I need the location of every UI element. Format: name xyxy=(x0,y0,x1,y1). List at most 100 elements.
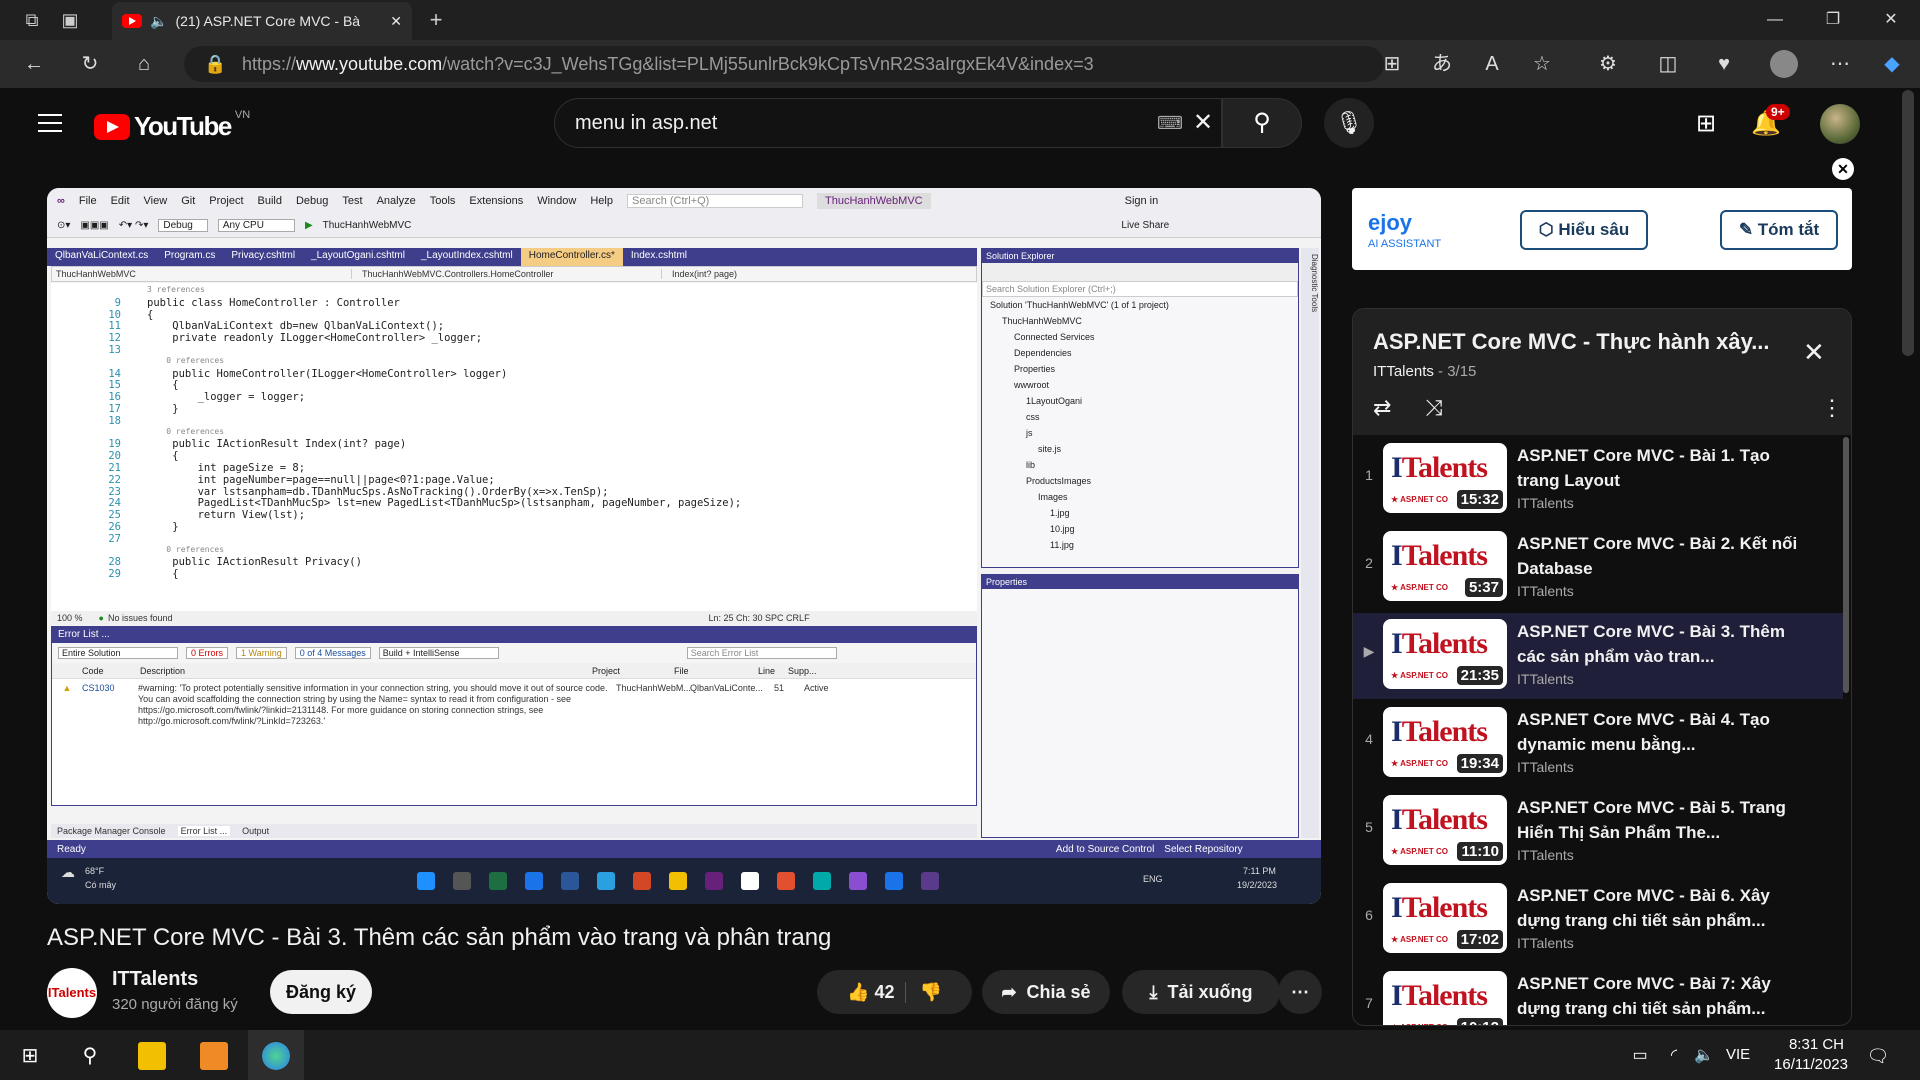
code-line[interactable]: { xyxy=(147,309,153,321)
code-line[interactable]: { xyxy=(147,379,178,391)
translate-icon[interactable]: あ xyxy=(1430,52,1454,76)
playlist-item-channel[interactable]: ITTalents xyxy=(1517,935,1574,951)
split-screen-icon[interactable]: ◫ xyxy=(1656,52,1680,76)
col-file[interactable]: File xyxy=(674,666,758,676)
code-line[interactable]: public IActionResult Privacy() xyxy=(147,556,362,568)
close-tab-icon[interactable]: ✕ xyxy=(390,13,402,30)
code-line[interactable]: _logger = logger; xyxy=(147,391,305,403)
diagnostic-tools-tab[interactable]: Diagnostic Tools xyxy=(1301,248,1319,838)
vs-sign-in[interactable]: Sign in xyxy=(1125,195,1159,207)
vs-editor-tab[interactable]: QlbanVaLiContext.cs xyxy=(47,248,156,266)
vs-run-target[interactable]: ThucHanhWebMVC xyxy=(323,220,412,231)
code-line[interactable]: { xyxy=(147,568,178,580)
code-line[interactable]: public IActionResult Index(int? page) xyxy=(147,438,406,450)
vs-menu-item[interactable]: Edit xyxy=(111,195,130,207)
video-thumbnail[interactable]: ITalents ★ ASP.NET CO 19:34 xyxy=(1383,707,1507,777)
code-line[interactable]: 0 references xyxy=(147,356,224,365)
code-line[interactable]: PagedList<TDanhMucSp> lst=new PagedList<… xyxy=(147,497,742,509)
vs-menu-item[interactable]: Window xyxy=(537,195,576,207)
loop-icon[interactable]: ⇄ xyxy=(1373,395,1391,421)
home-icon[interactable]: ⌂ xyxy=(132,52,156,76)
back-icon[interactable]: ← xyxy=(22,52,46,76)
vs-cpu-select[interactable]: Any CPU xyxy=(217,219,295,232)
col-line[interactable]: Line xyxy=(758,666,788,676)
shuffle-icon[interactable]: ⤨ xyxy=(1425,395,1443,421)
playlist-item[interactable]: 2 ITalents ★ ASP.NET CO 5:37 ASP.NET Core MV… xyxy=(1353,525,1843,611)
vs-menu-item[interactable]: Analyze xyxy=(377,195,416,207)
video-thumbnail[interactable]: ITalents ★ ASP.NET CO 17:02 xyxy=(1383,883,1507,953)
code-line[interactable]: QlbanVaLiContext db=new QlbanVaLiContext… xyxy=(147,320,444,332)
error-code[interactable]: CS1030 xyxy=(82,683,138,727)
solution-tree-item[interactable]: ProductsImages xyxy=(982,473,1298,489)
voice-search-button[interactable]: 🎙 xyxy=(1324,98,1374,148)
playlist-item-channel[interactable]: ITTalents xyxy=(1517,847,1574,863)
add-source-control[interactable]: Add to Source Control xyxy=(1056,844,1154,855)
code-line[interactable]: int pageNumber=page==null||page<0?1:page… xyxy=(147,474,495,486)
foxit-taskbar-icon[interactable] xyxy=(200,1042,228,1070)
vs-menu-item[interactable]: Test xyxy=(342,195,362,207)
solution-tree-item[interactable]: 1LayoutOgani xyxy=(982,393,1298,409)
more-menu-icon[interactable]: ⋯ xyxy=(1828,52,1852,76)
download-button[interactable]: ⤓ Tải xuống xyxy=(1122,970,1280,1014)
keyboard-icon[interactable]: ⌨ xyxy=(1157,99,1183,147)
solution-tree-item[interactable]: Connected Services xyxy=(982,329,1298,345)
solution-tree-item[interactable]: js xyxy=(982,425,1298,441)
code-line[interactable]: { xyxy=(147,450,178,462)
vs-editor-tab[interactable]: Index.cshtml xyxy=(623,248,695,266)
playlist-item-title[interactable]: ASP.NET Core MVC - Bài 4. Tạo dynamic me… xyxy=(1517,707,1817,757)
code-line[interactable]: public class HomeController : Controller xyxy=(147,297,400,309)
performance-icon[interactable]: ♥ xyxy=(1712,52,1736,76)
warnings-filter[interactable]: 1 Warning xyxy=(236,647,287,659)
search-button[interactable]: ⚲ xyxy=(1222,98,1302,148)
ejoy-deep-button[interactable]: ⬡ Hiểu sâu xyxy=(1520,210,1648,250)
search-taskbar-icon[interactable]: ⚲ xyxy=(76,1042,104,1070)
workspaces-icon[interactable]: ⧉ xyxy=(20,8,44,32)
errors-filter[interactable]: 0 Errors xyxy=(186,647,229,659)
col-code[interactable]: Code xyxy=(52,666,122,676)
create-video-icon[interactable]: ⊞ xyxy=(1690,108,1722,140)
vs-menu-item[interactable]: Project xyxy=(209,195,243,207)
col-project[interactable]: Project xyxy=(592,666,674,676)
solution-tree-item[interactable]: lib xyxy=(982,457,1298,473)
vs-zoom[interactable]: 100 % xyxy=(57,613,83,623)
vs-search-box[interactable]: Search (Ctrl+Q) xyxy=(626,194,803,208)
vs-editor-tab[interactable]: _LayoutOgani.cshtml xyxy=(303,248,413,266)
clear-search-icon[interactable]: ✕ xyxy=(1193,99,1213,147)
close-playlist-icon[interactable]: ✕ xyxy=(1803,337,1825,368)
code-line[interactable]: public HomeController(ILogger<HomeContro… xyxy=(147,368,507,380)
playlist-item[interactable]: 4 ITalents ★ ASP.NET CO 19:34 ASP.NET Core M… xyxy=(1353,701,1843,787)
share-button[interactable]: ➦ Chia sẻ xyxy=(982,970,1110,1014)
minimize-icon[interactable]: — xyxy=(1750,0,1800,40)
playlist-item-title[interactable]: ASP.NET Core MVC - Bài 6. Xây dựng trang… xyxy=(1517,883,1817,933)
vs-menu-item[interactable]: File xyxy=(79,195,97,207)
solution-tree-item[interactable]: 10.jpg xyxy=(982,521,1298,537)
playlist-item-title[interactable]: ASP.NET Core MVC - Bài 7: Xây dựng trang… xyxy=(1517,971,1817,1021)
video-thumbnail[interactable]: ITalents ★ ASP.NET CO 5:37 xyxy=(1383,531,1507,601)
speaker-icon[interactable]: 🔈 xyxy=(150,13,167,30)
playlist-title[interactable]: ASP.NET Core MVC - Thực hành xây... xyxy=(1373,329,1783,355)
vs-run-icon[interactable]: ▶ xyxy=(305,220,313,231)
video-thumbnail[interactable]: ITalents ★ ASP.NET CO 10:12 xyxy=(1383,971,1507,1025)
playlist-item-title[interactable]: ASP.NET Core MVC - Bài 5. Trang Hiển Thị… xyxy=(1517,795,1817,845)
close-ejoy-icon[interactable]: ✕ xyxy=(1832,158,1854,180)
notifications-taskbar-icon[interactable]: 🗨 xyxy=(1864,1042,1892,1070)
playlist-item[interactable]: 1 ITalents ★ ASP.NET CO 15:32 ASP.NET Core M… xyxy=(1353,437,1843,523)
col-description[interactable]: Description xyxy=(122,666,592,676)
playlist-item-channel[interactable]: ITTalents xyxy=(1517,759,1574,775)
playlist-item-title[interactable]: ASP.NET Core MVC - Bài 1. Tạo trang Layo… xyxy=(1517,443,1817,493)
select-repository[interactable]: Select Repository xyxy=(1164,844,1242,855)
solution-tree-item[interactable]: 11.jpg xyxy=(982,537,1298,553)
vs-nav-class[interactable]: ThucHanhWebMVC.Controllers.HomeControlle… xyxy=(362,269,662,279)
video-thumbnail[interactable]: ITalents ★ ASP.NET CO 21:35 xyxy=(1383,619,1507,689)
vs-code-editor[interactable]: 3 references 9 public class HomeController… xyxy=(51,283,977,611)
subscribe-button[interactable]: Đăng ký xyxy=(270,970,372,1014)
vs-editor-tab[interactable]: _LayoutIndex.cshtml xyxy=(413,248,521,266)
close-window-icon[interactable]: ✕ xyxy=(1866,0,1916,40)
output-tab[interactable]: Output xyxy=(242,826,269,836)
channel-avatar[interactable]: ITalents xyxy=(47,968,97,1018)
url-field[interactable]: 🔒 https://www.youtube.com/watch?v=c3J_We… xyxy=(184,46,1384,82)
profile-icon[interactable] xyxy=(1770,50,1798,78)
playlist-scrollbar[interactable] xyxy=(1843,437,1849,693)
user-avatar[interactable] xyxy=(1820,104,1860,144)
solution-tree-item[interactable]: Properties xyxy=(982,361,1298,377)
